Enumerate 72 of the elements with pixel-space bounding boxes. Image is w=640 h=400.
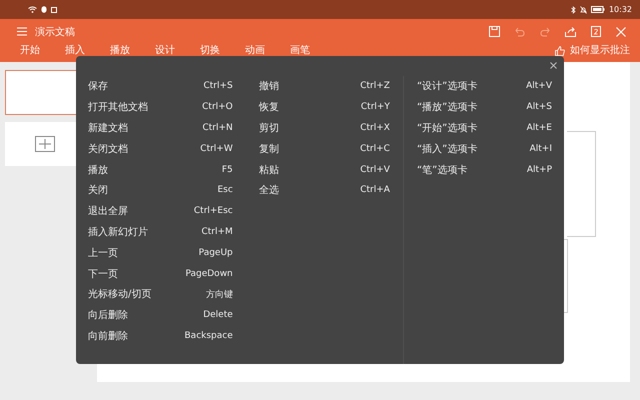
shortcut-keys: PageUp [198,248,233,258]
shortcut-action: 撤销 [258,80,279,94]
shortcut-action: 光标移动/切页 [88,288,152,302]
shortcut-action: 全选 [258,184,279,198]
shortcut-action: “开始”选项卡 [416,122,478,135]
window-title: 演示文稿 [35,26,75,38]
clock-time: 10:32 [608,5,632,14]
shortcut-action: 新建文档 [88,122,128,135]
square-icon [51,6,57,12]
shortcut-keys: Ctrl+S [203,81,233,92]
shortcut-action: 剪切 [258,122,279,135]
ribbon-tab[interactable]: 画笔 [290,44,335,58]
shortcut-action: 播放 [88,164,108,177]
ribbon-tab[interactable]: 播放 [110,44,155,58]
shortcut-keys: Alt+S [526,102,552,112]
shortcut-action: “播放”选项卡 [416,100,478,114]
ribbon-tab[interactable]: 动画 [245,44,290,58]
shortcut-keys: Alt+P [526,164,552,175]
redo-icon[interactable] [540,26,550,36]
shortcut-keys: Ctrl+Y [360,102,390,112]
ribbon-tab[interactable]: 切换 [200,44,245,58]
shortcut-keys: Ctrl+A [360,185,390,196]
undo-icon[interactable] [515,26,525,36]
shortcut-keys: 方向键 [206,288,233,301]
shortcut-action: 打开其他文档 [88,100,148,114]
battery-icon [590,6,605,13]
shortcut-action: 上一页 [88,246,118,260]
add-slide-icon[interactable] [35,136,55,152]
shortcut-keys: Ctrl+Z [360,81,390,92]
shortcut-keys: Ctrl+M [201,226,233,237]
shortcut-action: 粘贴 [258,164,279,177]
shortcut-action: 退出全屏 [88,204,128,218]
thumb-up-icon[interactable] [555,46,565,56]
shortcut-keys: PageDown [185,268,233,279]
shortcut-keys: Ctrl+Esc [194,206,233,216]
shortcut-action: 恢复 [258,100,279,114]
shortcut-keys: Ctrl+V [360,164,390,175]
shortcut-keys: Ctrl+C [360,144,390,154]
share-icon[interactable] [565,26,576,36]
shortcut-action: “插入”选项卡 [416,142,478,156]
shortcut-keys: Alt+V [526,81,552,92]
shortcut-keys: F5 [222,164,233,175]
shortcut-keys: Alt+I [530,144,552,154]
bell-off-icon [580,6,587,14]
shortcut-action: 保存 [88,80,108,94]
save-icon[interactable] [489,26,500,37]
shortcut-keys: Esc [217,185,233,196]
shortcut-keys: Ctrl+O [202,102,233,112]
shortcut-keys: Alt+E [526,122,552,133]
shortcut-action: 插入新幻灯片 [88,226,148,239]
bluetooth-icon [570,6,576,14]
shortcut-action: 复制 [258,142,279,156]
ribbon-tab[interactable]: 插入 [65,44,110,58]
close-icon[interactable] [550,62,557,69]
shortcut-action: 下一页 [88,268,118,281]
show-comments-link[interactable]: 如何显示批注 [570,44,630,58]
shortcut-action: 向后删除 [88,308,128,322]
shortcut-action: 向前删除 [88,330,128,343]
shortcut-action: 关闭 [88,184,108,198]
shortcut-action: 关闭文档 [88,142,128,156]
shortcut-keys: Backspace [184,330,233,341]
shortcut-keys: Delete [203,310,233,320]
page-icon[interactable] [591,26,601,37]
ribbon-tab[interactable]: 设计 [155,44,200,58]
shortcut-keys: Ctrl+N [202,122,233,133]
shortcut-action: “设计”选项卡 [416,80,478,94]
shortcut-action: “笔”选项卡 [416,164,468,177]
menu-icon[interactable] [17,27,27,36]
ribbon-tab[interactable]: 开始 [20,44,65,58]
shortcut-keys: Ctrl+X [360,122,390,133]
wifi-icon [28,6,37,13]
shortcut-keys: Ctrl+W [200,144,233,154]
